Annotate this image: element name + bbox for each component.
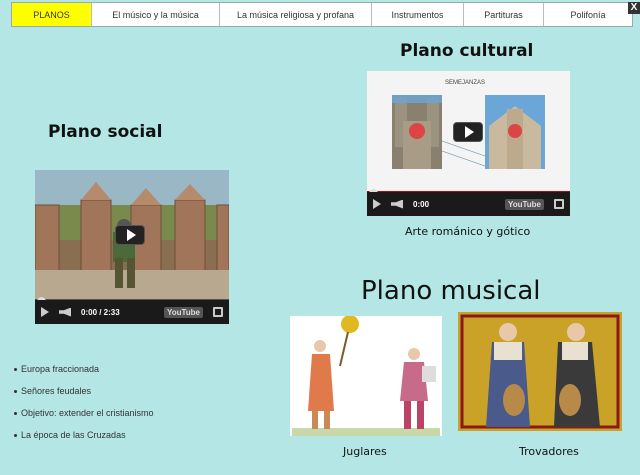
video-time: 0:00 bbox=[413, 199, 430, 209]
list-item: Europa fraccionada bbox=[14, 364, 154, 374]
play-icon[interactable] bbox=[115, 225, 145, 245]
video-frame-cultural: SEMEJANZAS bbox=[367, 71, 570, 192]
video-player-social[interactable]: 0:00 / 2:33 YouTube bbox=[35, 170, 229, 324]
youtube-logo[interactable]: YouTube bbox=[504, 198, 544, 210]
list-item: Objetivo: extender el cristianismo bbox=[14, 408, 154, 418]
caption-juglares: Juglares bbox=[343, 445, 387, 458]
trovadores-illustration bbox=[458, 312, 622, 431]
video-player-cultural[interactable]: SEMEJANZAS 0:00 YouTube bbox=[367, 71, 570, 216]
fullscreen-icon[interactable] bbox=[554, 199, 564, 209]
nav-item-partituras[interactable]: Partituras bbox=[464, 3, 544, 26]
list-item: Señores feudales bbox=[14, 386, 154, 396]
fullscreen-icon[interactable] bbox=[213, 307, 223, 317]
juglares-illustration bbox=[290, 316, 442, 436]
caption-arte: Arte románico y gótico bbox=[405, 225, 531, 238]
list-item: La época de las Cruzadas bbox=[14, 430, 154, 440]
play-button-icon[interactable] bbox=[373, 199, 381, 209]
trovadores-image bbox=[458, 312, 622, 431]
video-controls: 0:00 / 2:33 YouTube bbox=[35, 300, 229, 324]
nav-item-instrumentos[interactable]: Instrumentos bbox=[372, 3, 464, 26]
volume-icon[interactable] bbox=[59, 307, 71, 317]
juglares-image bbox=[290, 316, 442, 436]
youtube-logo[interactable]: YouTube bbox=[163, 306, 203, 318]
play-button-icon[interactable] bbox=[41, 307, 49, 317]
nav-item-musico[interactable]: El músico y la música bbox=[92, 3, 220, 26]
title-plano-social: Plano social bbox=[48, 122, 163, 142]
title-plano-cultural: Plano cultural bbox=[400, 41, 534, 61]
play-icon[interactable] bbox=[453, 122, 483, 142]
nav-item-planos[interactable]: PLANOS bbox=[12, 3, 92, 26]
feature-list: Europa fraccionada Señores feudales Obje… bbox=[14, 364, 154, 452]
caption-trovadores: Trovadores bbox=[519, 445, 579, 458]
video-frame-social bbox=[35, 170, 229, 300]
title-plano-musical: Plano musical bbox=[361, 276, 541, 306]
close-icon[interactable]: X bbox=[628, 2, 640, 14]
video-controls: 0:00 YouTube bbox=[367, 192, 570, 216]
nav-item-musica-religiosa[interactable]: La música religiosa y profana bbox=[220, 3, 372, 26]
nav-item-polifonia[interactable]: Polifonía bbox=[544, 3, 632, 26]
top-navigation: PLANOS El músico y la música La música r… bbox=[11, 2, 633, 27]
video-time: 0:00 / 2:33 bbox=[81, 307, 120, 317]
volume-icon[interactable] bbox=[391, 199, 403, 209]
